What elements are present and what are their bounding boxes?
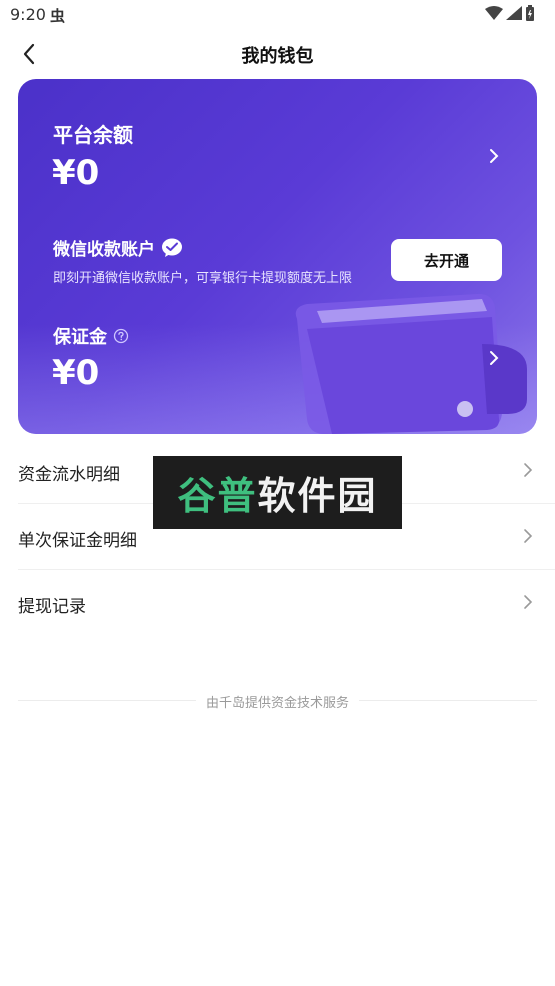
wechat-account-title: 微信收款账户 bbox=[53, 235, 183, 260]
menu-item-label: 提现记录 bbox=[18, 597, 86, 617]
wifi-icon bbox=[485, 6, 503, 20]
notification-icon: 虫 bbox=[50, 7, 66, 25]
open-wechat-account-button[interactable]: 去开通 bbox=[391, 239, 502, 281]
status-time: 9:20 bbox=[10, 5, 46, 24]
footer: 由千岛提供资金技术服务 bbox=[0, 692, 555, 711]
wallet-card: 平台余额 ¥0 微信收款账户 即刻开通微信收款账户，可享银行卡提现额度无上限 去… bbox=[18, 79, 537, 434]
balance-chevron-icon[interactable] bbox=[487, 147, 501, 165]
chevron-right-icon bbox=[524, 595, 533, 609]
watermark-part2: 软件园 bbox=[257, 474, 378, 518]
deposit-title: 保证金 bbox=[53, 323, 129, 349]
menu-item-withdraw-record[interactable]: 提现记录 bbox=[18, 570, 555, 636]
chevron-right-icon bbox=[524, 463, 533, 477]
deposit-chevron-icon[interactable] bbox=[487, 349, 501, 367]
deposit-label: 保证金 bbox=[53, 327, 107, 348]
watermark-part1: 谷普 bbox=[177, 474, 258, 518]
wechat-account-description: 即刻开通微信收款账户，可享银行卡提现额度无上限 bbox=[53, 271, 353, 286]
status-icons bbox=[485, 5, 535, 21]
nav-bar: 我的钱包 bbox=[0, 34, 555, 74]
battery-icon bbox=[526, 5, 534, 21]
watermark-text: 谷普软件园 bbox=[177, 465, 377, 520]
balance-amount: ¥0 bbox=[52, 153, 100, 193]
signal-icon bbox=[506, 6, 522, 20]
menu-item-label: 资金流水明细 bbox=[18, 465, 120, 485]
wechat-account-label: 微信收款账户 bbox=[53, 240, 155, 260]
help-icon[interactable] bbox=[113, 328, 129, 344]
footer-text: 由千岛提供资金技术服务 bbox=[195, 696, 359, 711]
status-bar: 9:20 虫 bbox=[0, 0, 555, 30]
page-title: 我的钱包 bbox=[241, 46, 314, 67]
chevron-right-icon bbox=[524, 529, 533, 543]
deposit-amount: ¥0 bbox=[52, 353, 100, 393]
balance-label: 平台余额 bbox=[53, 123, 133, 147]
menu-item-label: 单次保证金明细 bbox=[18, 531, 137, 551]
wechat-pay-icon bbox=[162, 238, 182, 257]
watermark-logo: 谷普软件园 bbox=[153, 456, 402, 529]
